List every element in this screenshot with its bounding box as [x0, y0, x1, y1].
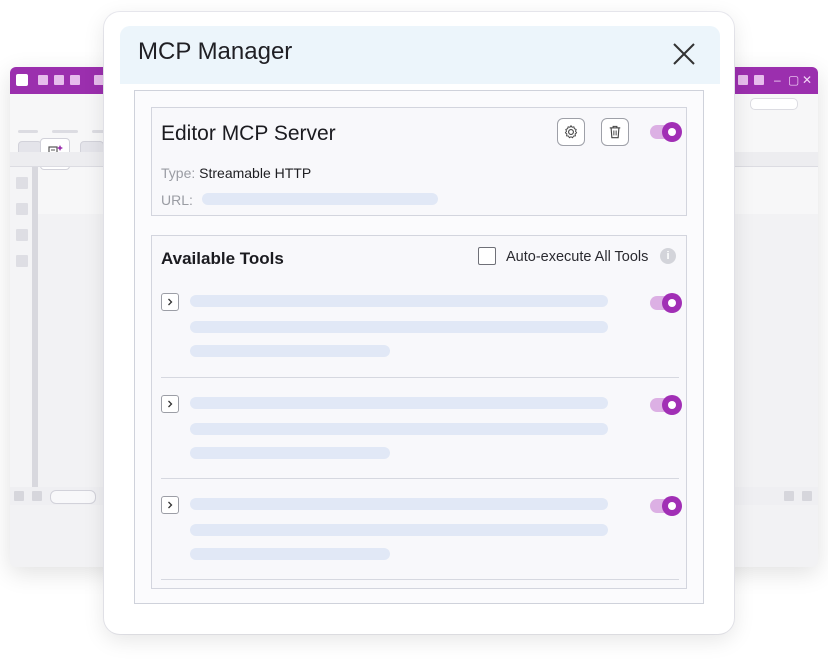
minimize-icon: – — [774, 73, 781, 87]
tool-description-placeholder — [190, 345, 390, 357]
tool-enable-toggle[interactable] — [650, 293, 682, 313]
auto-execute-checkbox[interactable] — [478, 247, 496, 265]
available-tools-panel: Available Tools Auto-execute All Tools i — [151, 235, 687, 589]
auto-execute-label[interactable]: Auto-execute All Tools — [506, 249, 648, 265]
tool-divider — [161, 377, 679, 378]
server-type-label: Type: — [161, 165, 196, 181]
server-type-row: Type: Streamable HTTP — [161, 165, 311, 181]
quick-access-icon — [738, 75, 748, 85]
quick-access-icon — [54, 75, 64, 85]
trash-icon — [609, 125, 621, 139]
tool-item — [152, 284, 686, 384]
server-url-label: URL: — [161, 192, 193, 208]
server-panel: Editor MCP Server Type: Streamable HTTP … — [151, 107, 687, 216]
gear-icon — [564, 125, 578, 139]
tool-description-placeholder — [190, 447, 390, 459]
tools-title: Available Tools — [161, 249, 284, 268]
tool-item — [152, 487, 686, 587]
server-settings-button[interactable] — [557, 118, 585, 146]
server-enable-toggle[interactable] — [650, 122, 682, 142]
tool-description-placeholder — [190, 548, 390, 560]
server-url-placeholder — [202, 193, 438, 205]
chevron-right-icon — [168, 298, 173, 306]
tool-divider — [161, 579, 679, 580]
chevron-right-icon — [168, 501, 173, 509]
info-icon[interactable]: i — [660, 248, 676, 264]
close-icon — [673, 43, 695, 65]
quick-access-icon — [70, 75, 80, 85]
maximize-icon: ▢ — [788, 73, 800, 87]
quick-access-icon — [754, 75, 764, 85]
tool-divider — [161, 478, 679, 479]
dialog-header: MCP Manager — [120, 26, 720, 84]
tool-description-placeholder — [190, 321, 608, 333]
mcp-manager-dialog: MCP Manager Editor MCP Server Type: Stre… — [104, 12, 734, 634]
tool-enable-toggle[interactable] — [650, 496, 682, 516]
tool-name-placeholder — [190, 498, 608, 510]
app-logo-icon — [16, 74, 28, 86]
tool-name-placeholder — [190, 295, 608, 307]
server-type-value: Streamable HTTP — [199, 165, 312, 181]
close-button[interactable] — [666, 36, 702, 72]
tool-description-placeholder — [190, 423, 608, 435]
tool-expand-button[interactable] — [161, 293, 179, 311]
quick-access-icon — [94, 75, 104, 85]
tool-item — [152, 386, 686, 486]
chevron-right-icon — [168, 400, 173, 408]
quick-access-icon — [38, 75, 48, 85]
dialog-body: Editor MCP Server Type: Streamable HTTP … — [134, 90, 704, 604]
dialog-title: MCP Manager — [138, 38, 293, 65]
tool-enable-toggle[interactable] — [650, 395, 682, 415]
tool-expand-button[interactable] — [161, 496, 179, 514]
server-name: Editor MCP Server — [161, 122, 336, 145]
tool-name-placeholder — [190, 397, 608, 409]
app-scrollbar — [32, 167, 38, 487]
server-delete-button[interactable] — [601, 118, 629, 146]
tool-description-placeholder — [190, 524, 608, 536]
window-close-icon: ✕ — [802, 73, 813, 87]
tool-expand-button[interactable] — [161, 395, 179, 413]
